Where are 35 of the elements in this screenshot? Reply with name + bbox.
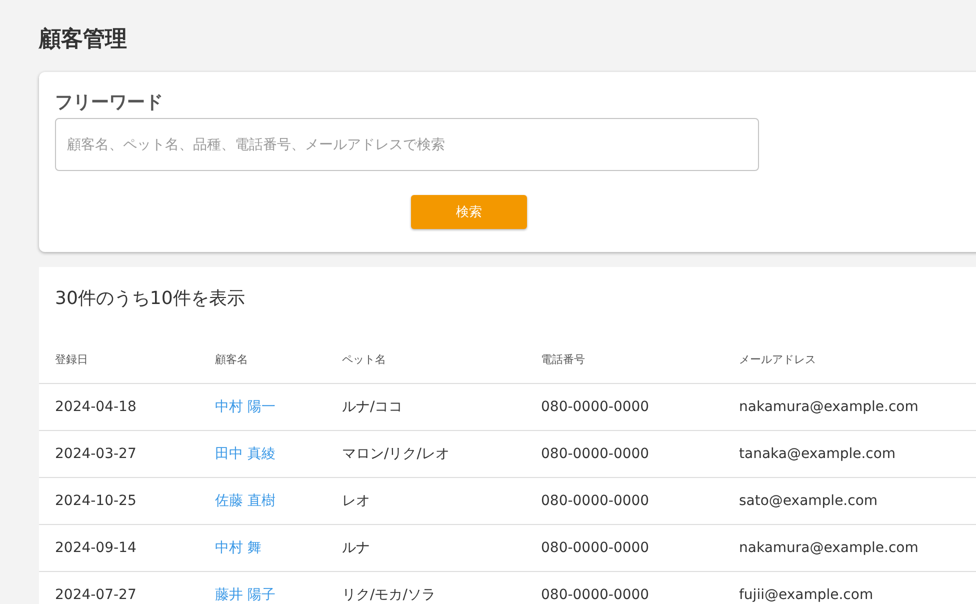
table-cell: マロン/リク/レオ [342, 446, 450, 462]
customer-link[interactable]: 佐藤 直樹 [215, 493, 276, 509]
table-cell: 2024-04-18 [55, 399, 136, 415]
table-cell: 080-0000-0000 [541, 493, 650, 509]
column-header: メールアドレス [739, 352, 816, 366]
column-header: 顧客名 [215, 352, 248, 366]
table-cell: 080-0000-0000 [541, 587, 650, 603]
table-cell: fujii@example.com [739, 587, 874, 603]
page-title: 顧客管理 [39, 26, 127, 54]
customer-link[interactable]: 中村 陽一 [215, 399, 276, 415]
table-cell: sato@example.com [739, 493, 878, 509]
search-field[interactable]: 顧客名、ペット名、品種、電話番号、メールアドレスで検索 [55, 118, 759, 171]
table-cell: 2024-03-27 [55, 446, 136, 462]
table-cell: nakamura@example.com [739, 540, 918, 556]
search-button[interactable]: 検索 [411, 195, 527, 229]
table-cell: 080-0000-0000 [541, 399, 650, 415]
customer-link[interactable]: 田中 真綾 [215, 446, 276, 462]
column-header: 登録日 [55, 352, 88, 366]
customer-link[interactable]: 藤井 陽子 [215, 587, 276, 603]
field-label: フリーワード [55, 91, 163, 114]
table-cell: 2024-07-27 [55, 587, 136, 603]
table-cell: 080-0000-0000 [541, 446, 650, 462]
column-header: 電話番号 [541, 352, 585, 366]
table-cell: 2024-09-14 [55, 540, 136, 556]
table-cell: nakamura@example.com [739, 399, 918, 415]
table-cell: 2024-10-25 [55, 493, 136, 509]
table-cell: レオ [342, 493, 370, 509]
customer-link[interactable]: 中村 舞 [215, 540, 262, 556]
table-cell: ルナ [342, 540, 370, 556]
result-count: 30件のうち10件を表示 [55, 287, 245, 311]
table-cell: 080-0000-0000 [541, 540, 650, 556]
table-cell: ルナ/ココ [342, 399, 403, 415]
table-cell: リク/モカ/ソラ [342, 587, 436, 603]
table-cell: tanaka@example.com [739, 446, 896, 462]
column-header: ペット名 [342, 352, 386, 366]
